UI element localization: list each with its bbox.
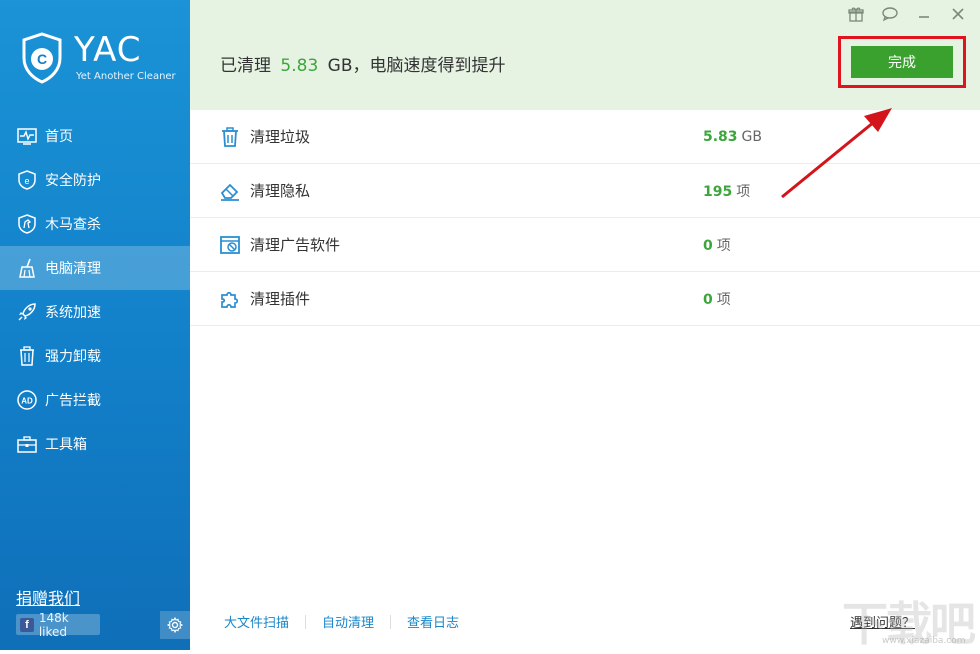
auto-clean-link[interactable]: 自动清理 xyxy=(322,612,374,631)
trash-icon xyxy=(218,125,242,149)
sidebar-item-label: 电脑清理 xyxy=(45,261,101,277)
window-controls xyxy=(846,4,968,24)
result-header: 已清理 5.83 GB，电脑速度得到提升 完成 xyxy=(190,0,980,110)
result-number: 195 xyxy=(703,183,733,200)
sidebar-item-label: 首页 xyxy=(45,129,73,145)
broom-icon xyxy=(16,257,38,279)
sidebar-item-pc-clean[interactable]: 电脑清理 xyxy=(0,246,190,290)
result-value: 0项 xyxy=(703,235,731,255)
result-value: 195 项 xyxy=(703,181,750,201)
sidebar-item-label: 广告拦截 xyxy=(45,393,101,409)
toolbox-icon xyxy=(16,433,38,455)
gear-icon xyxy=(167,617,183,633)
done-highlight-box: 完成 xyxy=(838,36,966,88)
app-subtitle: Yet Another Cleaner xyxy=(76,71,176,82)
sidebar-item-label: 木马查杀 xyxy=(45,217,101,233)
feedback-button[interactable] xyxy=(880,4,900,24)
sidebar-item-uninstall[interactable]: 强力卸载 xyxy=(0,334,190,378)
sidebar-item-label: 强力卸载 xyxy=(45,349,101,365)
result-row-plugins: 清理插件 0项 xyxy=(190,272,980,326)
footer-bar: 大文件扫描 自动清理 查看日志 遇到问题？ xyxy=(190,608,980,634)
sidebar-item-home[interactable]: 首页 xyxy=(0,114,190,158)
result-row-privacy: 清理隐私 195 项 xyxy=(190,164,980,218)
rocket-icon xyxy=(16,301,38,323)
svg-text:AD: AD xyxy=(21,397,33,406)
help-link[interactable]: 遇到问题？ xyxy=(850,612,915,631)
app-logo: C YAC Yet Another Cleaner xyxy=(20,30,180,90)
result-number: 0 xyxy=(703,291,713,308)
result-unit: GB xyxy=(741,128,762,145)
eraser-icon xyxy=(218,179,242,203)
ad-block-icon: AD xyxy=(16,389,38,411)
sidebar-item-speedup[interactable]: 系统加速 xyxy=(0,290,190,334)
gift-button[interactable] xyxy=(846,4,866,24)
large-file-scan-link[interactable]: 大文件扫描 xyxy=(224,612,289,631)
close-icon xyxy=(952,8,964,20)
sidebar-item-label: 工具箱 xyxy=(45,437,87,453)
result-value: 5.83 GB xyxy=(703,129,762,145)
result-label: 清理广告软件 xyxy=(250,236,341,254)
ad-window-icon xyxy=(218,233,242,257)
sidebar-item-trojan-scan[interactable]: 木马查杀 xyxy=(0,202,190,246)
result-number: 5.83 xyxy=(703,128,738,145)
app-title: YAC xyxy=(74,30,142,70)
result-value: 0项 xyxy=(703,289,731,309)
result-unit: 项 xyxy=(736,183,751,200)
shield-e-icon: e xyxy=(16,169,38,191)
link-divider xyxy=(305,614,307,629)
link-divider xyxy=(390,614,392,629)
facebook-like-button[interactable]: f 148k liked xyxy=(16,611,100,639)
clean-results-list: 清理垃圾 5.83 GB 清理隐私 195 项 清理广告软件 0项 清理插件 0项 xyxy=(190,110,980,326)
sidebar: C YAC Yet Another Cleaner 首页 e 安全防护 木马查杀 xyxy=(0,0,190,650)
result-row-adware: 清理广告软件 0项 xyxy=(190,218,980,272)
svg-text:e: e xyxy=(24,176,29,186)
sidebar-nav: 首页 e 安全防护 木马查杀 电脑清理 系统加速 强力卸载 AD 广告拦截 工具… xyxy=(0,114,190,466)
trash-icon xyxy=(16,345,38,367)
summary-suffix: GB，电脑速度得到提升 xyxy=(327,56,506,76)
result-label: 清理插件 xyxy=(250,290,311,308)
sidebar-item-label: 系统加速 xyxy=(45,305,101,321)
clean-summary: 已清理 5.83 GB，电脑速度得到提升 xyxy=(220,51,506,76)
cleaned-size: 5.83 xyxy=(280,56,319,76)
result-number: 0 xyxy=(703,237,713,254)
facebook-icon: f xyxy=(20,617,34,632)
result-unit: 项 xyxy=(716,237,731,254)
result-label: 清理垃圾 xyxy=(250,128,311,146)
minimize-button[interactable] xyxy=(914,4,934,24)
result-row-junk: 清理垃圾 5.83 GB xyxy=(190,110,980,164)
sidebar-item-ad-block[interactable]: AD 广告拦截 xyxy=(0,378,190,422)
sidebar-item-toolbox[interactable]: 工具箱 xyxy=(0,422,190,466)
shield-horse-icon xyxy=(16,213,38,235)
summary-prefix: 已清理 xyxy=(220,56,271,76)
result-unit: 项 xyxy=(716,291,731,308)
chat-bubble-icon xyxy=(882,7,898,22)
view-log-link[interactable]: 查看日志 xyxy=(407,612,459,631)
sidebar-item-security[interactable]: e 安全防护 xyxy=(0,158,190,202)
sidebar-item-label: 安全防护 xyxy=(45,173,101,189)
puzzle-icon xyxy=(218,287,242,311)
liked-count: 148k liked xyxy=(38,610,69,639)
donate-link[interactable]: 捐赠我们 xyxy=(16,585,80,609)
watermark-url: www.xiazaiba.com xyxy=(882,636,966,646)
close-button[interactable] xyxy=(948,4,968,24)
result-label: 清理隐私 xyxy=(250,182,311,200)
gift-icon xyxy=(848,7,864,22)
footer-links: 大文件扫描 自动清理 查看日志 xyxy=(224,612,459,631)
monitor-pulse-icon xyxy=(16,125,38,147)
yac-shield-logo-icon: C xyxy=(22,32,62,84)
minimize-icon xyxy=(919,16,929,18)
svg-text:C: C xyxy=(37,51,47,67)
done-button[interactable]: 完成 xyxy=(851,46,953,78)
settings-button[interactable] xyxy=(160,611,190,639)
